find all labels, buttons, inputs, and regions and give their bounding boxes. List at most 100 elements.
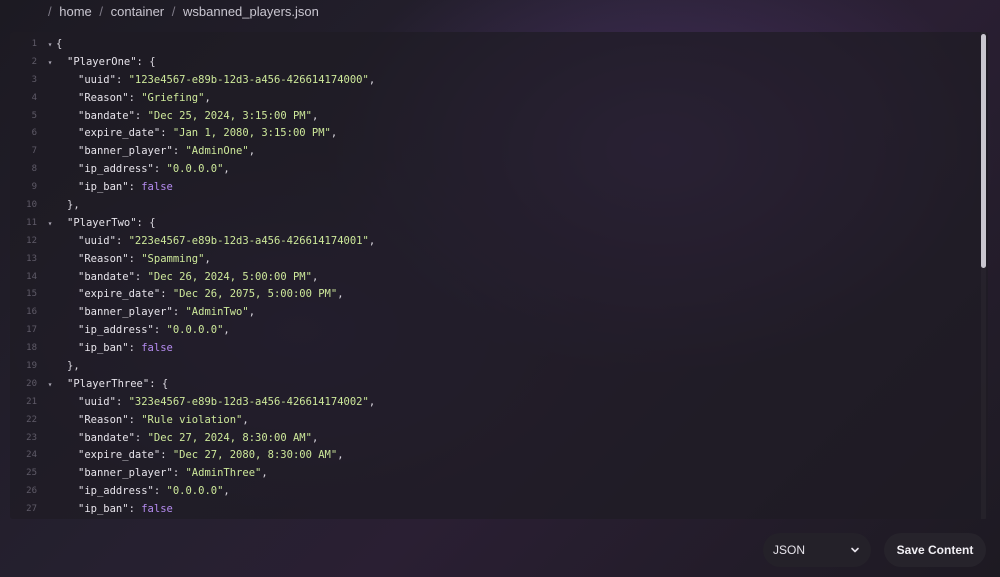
code-line[interactable]: 9 "ip_ban": false bbox=[10, 179, 974, 197]
code-line[interactable]: 15 "expire_date": "Dec 26, 2075, 5:00:00 … bbox=[10, 286, 974, 304]
line-number: 13 bbox=[26, 253, 37, 264]
code-line-content: "Reason": "Spamming", bbox=[56, 251, 211, 269]
code-line-content: }, bbox=[56, 197, 80, 215]
line-number: 24 bbox=[26, 450, 37, 461]
fold-toggle-icon[interactable]: ▾ bbox=[45, 376, 55, 394]
json-string-value: "0.0.0.0" bbox=[166, 485, 224, 498]
save-content-button[interactable]: Save Content bbox=[884, 533, 986, 567]
code-line[interactable]: 22 "Reason": "Rule violation", bbox=[10, 412, 974, 430]
code-line[interactable]: 24 "expire_date": "Dec 27, 2080, 8:30:00 … bbox=[10, 447, 974, 465]
json-punctuation: : { bbox=[149, 377, 169, 390]
code-line[interactable]: 11 ▾ "PlayerTwo": { bbox=[10, 215, 974, 233]
code-line-content: "ip_ban": false bbox=[56, 501, 173, 519]
code-line[interactable]: 26 "ip_address": "0.0.0.0", bbox=[10, 483, 974, 501]
line-number: 10 bbox=[26, 200, 37, 211]
json-punctuation: : bbox=[128, 91, 142, 104]
json-punctuation: : { bbox=[136, 55, 156, 68]
json-key: "bandate" bbox=[78, 431, 135, 444]
json-punctuation: , bbox=[204, 91, 211, 104]
code-line-content: "uuid": "123e4567-e89b-12d3-a456-4266141… bbox=[56, 72, 375, 90]
code-line[interactable]: 14 "bandate": "Dec 26, 2024, 5:00:00 PM", bbox=[10, 269, 974, 287]
breadcrumb-container[interactable]: container bbox=[111, 4, 164, 19]
code-line[interactable]: 6 "expire_date": "Jan 1, 2080, 3:15:00 PM… bbox=[10, 125, 974, 143]
line-number: 21 bbox=[26, 396, 37, 407]
fold-toggle-icon[interactable]: ▾ bbox=[45, 36, 55, 54]
code-line-content: "ip_ban": false bbox=[56, 340, 173, 358]
json-punctuation: , bbox=[248, 145, 256, 158]
code-line-content: "bandate": "Dec 27, 2024, 8:30:00 AM", bbox=[56, 430, 318, 448]
json-key: "bandate" bbox=[78, 270, 135, 283]
language-select[interactable]: JSON bbox=[763, 533, 871, 567]
json-boolean-value: false bbox=[141, 503, 173, 516]
editor-scrollbar[interactable] bbox=[981, 32, 986, 519]
code-line[interactable]: 16 "banner_player": "AdminTwo", bbox=[10, 304, 974, 322]
json-string-value: "223e4567-e89b-12d3-a456-426614174001" bbox=[128, 234, 369, 247]
json-string-value: "AdminTwo" bbox=[185, 306, 249, 319]
code-line[interactable]: 23 "bandate": "Dec 27, 2024, 8:30:00 AM", bbox=[10, 430, 974, 448]
json-punctuation: : bbox=[128, 252, 142, 265]
json-key: "uuid" bbox=[78, 395, 116, 408]
json-boolean-value: false bbox=[141, 181, 173, 194]
code-line[interactable]: 13 "Reason": "Spamming", bbox=[10, 251, 974, 269]
json-punctuation: : bbox=[160, 127, 173, 140]
line-number: 1 bbox=[31, 39, 37, 49]
line-number: 19 bbox=[26, 361, 37, 372]
json-string-value: "Dec 26, 2075, 5:00:00 PM" bbox=[172, 288, 338, 301]
json-key: "bandate" bbox=[78, 109, 135, 122]
code-line[interactable]: 2 ▾ "PlayerOne": { bbox=[10, 54, 974, 72]
code-line[interactable]: 4 "Reason": "Griefing", bbox=[10, 90, 974, 108]
json-punctuation: : bbox=[115, 73, 129, 86]
json-punctuation: : bbox=[134, 270, 148, 283]
json-punctuation: , bbox=[223, 324, 230, 337]
json-key: "expire_date" bbox=[78, 288, 161, 301]
fold-toggle-icon[interactable]: ▾ bbox=[45, 54, 55, 72]
code-line[interactable]: 25 "banner_player": "AdminThree", bbox=[10, 465, 974, 483]
json-string-value: "Jan 1, 2080, 3:15:00 PM" bbox=[172, 127, 331, 140]
code-line[interactable]: 3 "uuid": "123e4567-e89b-12d3-a456-426614… bbox=[10, 72, 974, 90]
json-punctuation: , bbox=[311, 270, 319, 283]
json-punctuation: : { bbox=[136, 216, 156, 229]
line-number: 14 bbox=[26, 271, 37, 282]
json-punctuation: : bbox=[172, 145, 186, 158]
json-punctuation: : bbox=[128, 413, 142, 426]
json-key: "ip_address" bbox=[78, 485, 154, 498]
code-line-content: "bandate": "Dec 25, 2024, 3:15:00 PM", bbox=[56, 108, 318, 126]
code-line[interactable]: 5 "bandate": "Dec 25, 2024, 3:15:00 PM", bbox=[10, 108, 974, 126]
json-punctuation: , bbox=[368, 234, 376, 247]
code-line[interactable]: 7 "banner_player": "AdminOne", bbox=[10, 143, 974, 161]
editor-scrollbar-thumb[interactable] bbox=[981, 34, 986, 268]
code-line[interactable]: 8 "ip_address": "0.0.0.0", bbox=[10, 161, 974, 179]
chevron-down-icon bbox=[851, 547, 859, 553]
json-key: "banner_player" bbox=[78, 145, 173, 158]
json-punctuation: : bbox=[115, 395, 129, 408]
json-punctuation: , bbox=[337, 288, 344, 301]
code-line[interactable]: 27 "ip_ban": false bbox=[10, 501, 974, 519]
code-line[interactable]: 10}, bbox=[10, 197, 974, 215]
json-punctuation: , bbox=[368, 395, 376, 408]
line-number: 9 bbox=[31, 182, 37, 193]
code-line-content: "expire_date": "Dec 26, 2075, 5:00:00 PM… bbox=[56, 286, 344, 304]
json-punctuation: }, bbox=[67, 360, 80, 373]
json-key: "ip_ban" bbox=[78, 181, 129, 194]
code-line[interactable]: 1 ▾{ bbox=[10, 36, 974, 54]
code-line-content: "expire_date": "Dec 27, 2080, 8:30:00 AM… bbox=[56, 447, 344, 465]
json-string-value: "AdminOne" bbox=[185, 145, 249, 158]
json-punctuation: : bbox=[115, 234, 129, 247]
breadcrumb-current-file: wsbanned_players.json bbox=[183, 4, 319, 19]
code-line[interactable]: 18 "ip_ban": false bbox=[10, 340, 974, 358]
json-string-value: "Dec 25, 2024, 3:15:00 PM" bbox=[147, 109, 312, 122]
breadcrumb-separator: / bbox=[99, 4, 104, 19]
code-line[interactable]: 12 "uuid": "223e4567-e89b-12d3-a456-42661… bbox=[10, 233, 974, 251]
code-line[interactable]: 19}, bbox=[10, 358, 974, 376]
json-key: "banner_player" bbox=[78, 467, 173, 480]
code-editor[interactable]: 1 ▾{2 ▾ "PlayerOne": {3 "uuid": "123e4567-e8… bbox=[10, 32, 988, 519]
breadcrumb-separator: / bbox=[171, 4, 176, 19]
code-lines[interactable]: 1 ▾{2 ▾ "PlayerOne": {3 "uuid": "123e4567-e8… bbox=[10, 36, 974, 519]
code-line[interactable]: 17 "ip_address": "0.0.0.0", bbox=[10, 322, 974, 340]
breadcrumb: / home / container / wsbanned_players.js… bbox=[48, 3, 319, 21]
fold-toggle-icon[interactable]: ▾ bbox=[45, 215, 55, 233]
code-line-content: }, bbox=[56, 358, 80, 376]
code-line[interactable]: 20 ▾ "PlayerThree": { bbox=[10, 376, 974, 394]
code-line[interactable]: 21 "uuid": "323e4567-e89b-12d3-a456-42661… bbox=[10, 394, 974, 412]
breadcrumb-home[interactable]: home bbox=[59, 4, 92, 19]
